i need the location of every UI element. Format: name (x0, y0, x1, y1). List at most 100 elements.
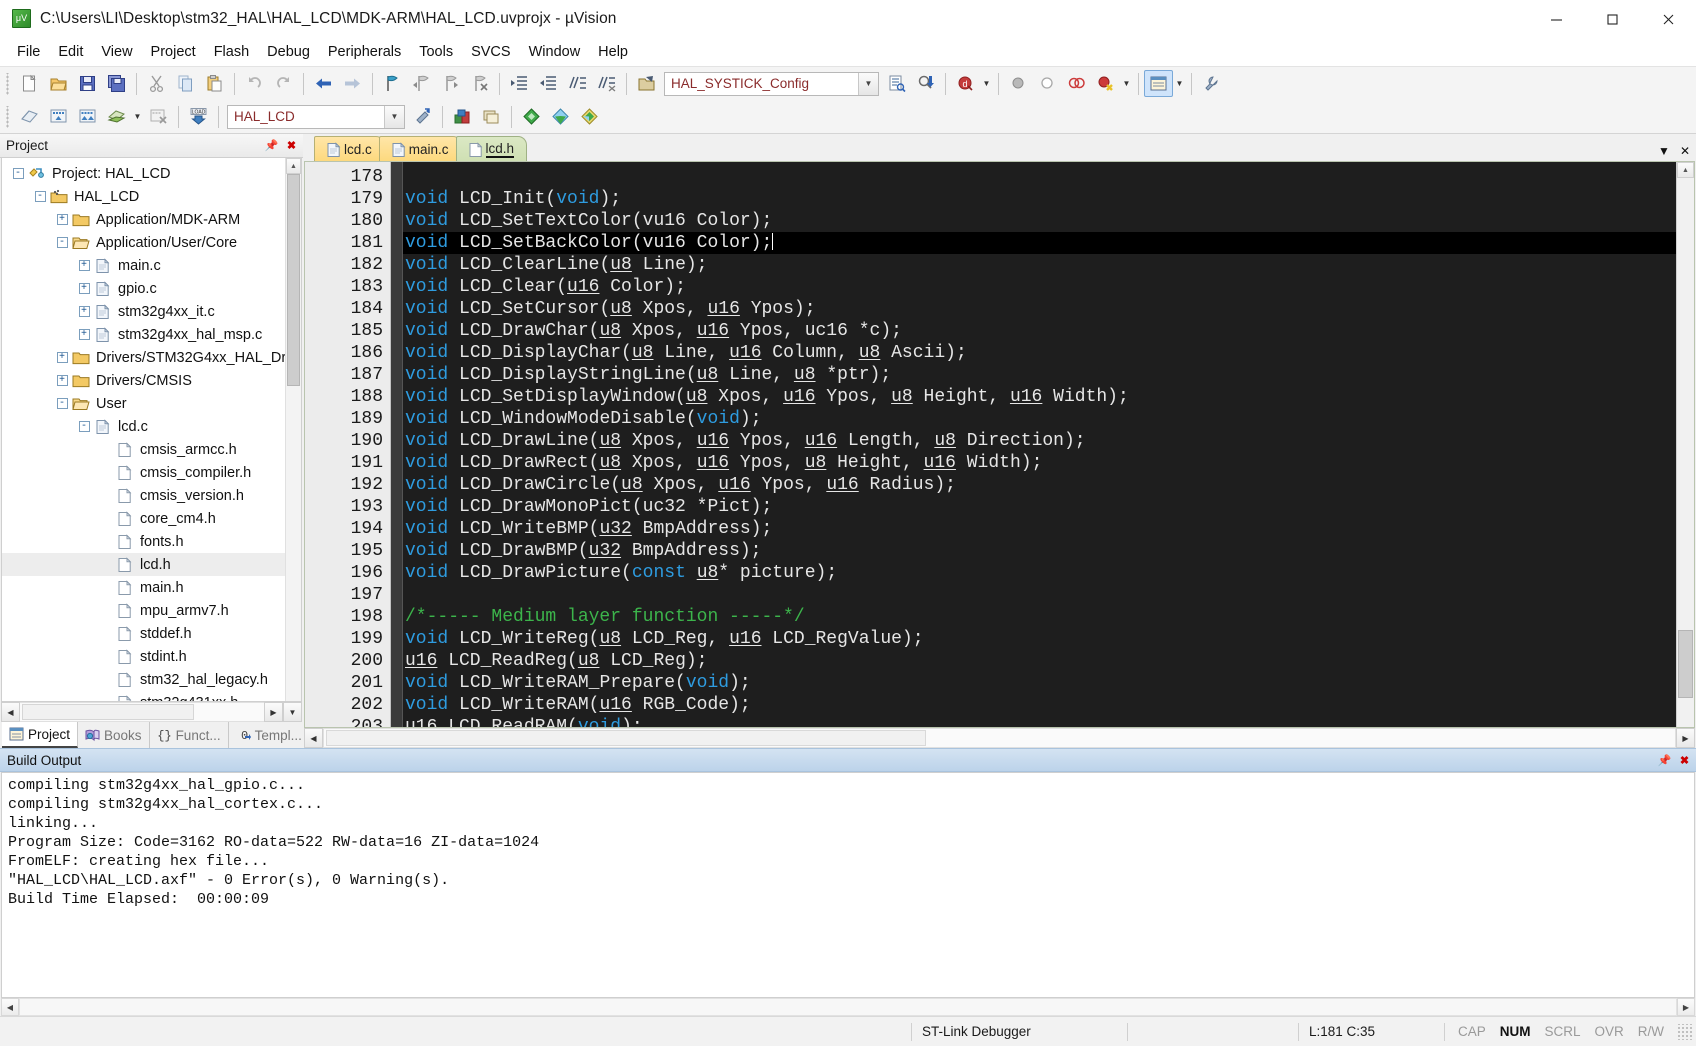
tree-node[interactable]: fonts.h (2, 530, 285, 553)
code-line[interactable]: void LCD_Init(void); (403, 188, 1676, 210)
code-line[interactable]: void LCD_DrawChar(u8 Xpos, u16 Ypos, uc1… (403, 320, 1676, 342)
build-output-hscrollbar[interactable]: ◀ ▶ (1, 998, 1695, 1016)
collapse-icon[interactable]: - (54, 235, 70, 251)
expand-icon[interactable]: + (54, 212, 70, 228)
navigate-forward-icon[interactable] (338, 70, 367, 97)
editor-tab-mainc[interactable]: main.c (378, 136, 462, 161)
redo-icon[interactable] (269, 70, 298, 97)
copy-icon[interactable] (171, 70, 200, 97)
open-file-icon[interactable] (44, 70, 73, 97)
bookmark-column[interactable] (391, 162, 403, 727)
pack-installer-icon[interactable] (477, 103, 506, 130)
maximize-button[interactable] (1584, 0, 1640, 38)
code-line[interactable]: void LCD_ClearLine(u8 Line); (403, 254, 1676, 276)
find-in-files-icon[interactable] (882, 70, 911, 97)
menu-edit[interactable]: Edit (49, 40, 92, 64)
scroll-track-horizontal[interactable] (20, 702, 264, 722)
scroll-up-icon[interactable]: ▲ (286, 158, 301, 174)
stop-build-icon[interactable] (144, 103, 173, 130)
menu-peripherals[interactable]: Peripherals (319, 40, 410, 64)
scroll-left-icon[interactable]: ◀ (1, 702, 20, 722)
panel-more-icon[interactable]: ▼ (283, 702, 302, 722)
project-tree-hscrollbar[interactable]: ◀ ▶ ▼ (1, 702, 302, 722)
breakpoint-dropdown-arrow[interactable]: ▼ (1120, 70, 1133, 97)
code-line[interactable]: u16 LCD_ReadRAM(void); (403, 716, 1676, 727)
undo-icon[interactable] (240, 70, 269, 97)
code-line[interactable]: void LCD_SetDisplayWindow(u8 Xpos, u16 Y… (403, 386, 1676, 408)
close-icon[interactable]: ✖ (283, 137, 300, 154)
expander-box[interactable]: + (56, 375, 68, 386)
expander-box[interactable]: + (78, 283, 90, 294)
target-select-combo[interactable]: HAL_LCD ▼ (227, 104, 405, 129)
menu-view[interactable]: View (92, 40, 141, 64)
project-tab-project[interactable]: Project (2, 722, 79, 748)
chevron-down-icon[interactable]: ▼ (858, 72, 878, 95)
project-window-toggle-icon[interactable] (1144, 70, 1173, 97)
tree-node[interactable]: + Drivers/CMSIS (2, 369, 285, 392)
scroll-track-horizontal[interactable] (19, 998, 1677, 1016)
code-line[interactable]: void LCD_DrawBMP(u32 BmpAddress); (403, 540, 1676, 562)
collapse-icon[interactable]: - (10, 166, 26, 182)
resize-grip-icon[interactable] (1677, 1023, 1693, 1040)
code-line[interactable]: u16 LCD_ReadReg(u8 LCD_Reg); (403, 650, 1676, 672)
close-document-button[interactable]: ✕ (1680, 145, 1690, 157)
toolbar-grip[interactable] (4, 72, 12, 95)
editor-vscrollbar[interactable]: ▲ (1676, 162, 1694, 727)
scroll-thumb[interactable] (287, 174, 300, 386)
menu-project[interactable]: Project (142, 40, 205, 64)
tree-node[interactable]: + Application/MDK-ARM (2, 208, 285, 231)
tab-list-dropdown[interactable]: ▼ (1658, 145, 1670, 157)
pin-icon[interactable]: 📌 (263, 137, 280, 154)
expander-box[interactable]: - (34, 191, 46, 202)
scroll-up-icon[interactable]: ▲ (1677, 162, 1694, 178)
tree-node[interactable]: main.h (2, 576, 285, 599)
comment-icon[interactable] (563, 70, 592, 97)
code-line[interactable] (403, 166, 1676, 188)
save-all-icon[interactable] (102, 70, 131, 97)
tree-node[interactable]: + stm32g4xx_hal_msp.c (2, 323, 285, 346)
code-line[interactable]: void LCD_WriteBMP(u32 BmpAddress); (403, 518, 1676, 540)
breakpoint-kill-all-icon[interactable] (1091, 70, 1120, 97)
collapse-icon[interactable]: - (54, 396, 70, 412)
code-line[interactable]: void LCD_DrawPicture(const u8* picture); (403, 562, 1676, 584)
bookmark-prev-icon[interactable] (407, 70, 436, 97)
build-output-text[interactable]: compiling stm32g4xx_hal_gpio.c... compili… (1, 772, 1695, 998)
tree-node[interactable]: - User (2, 392, 285, 415)
menu-debug[interactable]: Debug (258, 40, 319, 64)
menu-window[interactable]: Window (520, 40, 590, 64)
manage-rte-icon[interactable] (517, 103, 546, 130)
expand-icon[interactable]: + (76, 281, 92, 297)
expand-icon[interactable]: + (54, 350, 70, 366)
expander-box[interactable]: - (56, 398, 68, 409)
menu-flash[interactable]: Flash (205, 40, 258, 64)
tree-node[interactable]: + stm32g4xx_it.c (2, 300, 285, 323)
editor-tab-lcdh[interactable]: lcd.h (455, 136, 528, 161)
close-button[interactable] (1640, 0, 1696, 38)
expander-box[interactable]: - (56, 237, 68, 248)
scroll-track[interactable] (1677, 178, 1694, 727)
code-line[interactable]: void LCD_DrawCircle(u8 Xpos, u16 Ypos, u… (403, 474, 1676, 496)
expand-icon[interactable]: + (76, 304, 92, 320)
code-line[interactable] (403, 584, 1676, 606)
code-editor[interactable]: void LCD_Init(void); void LCD_SetTextColo… (403, 162, 1676, 727)
code-line[interactable]: /*----- Medium layer function -----*/ (403, 606, 1676, 628)
tree-node[interactable]: core_cm4.h (2, 507, 285, 530)
tree-node[interactable]: cmsis_armcc.h (2, 438, 285, 461)
expand-icon[interactable]: + (54, 373, 70, 389)
tree-node[interactable]: cmsis_compiler.h (2, 461, 285, 484)
scroll-right-icon[interactable]: ▶ (1676, 728, 1695, 748)
indent-left-icon[interactable] (534, 70, 563, 97)
scroll-thumb[interactable] (1678, 630, 1693, 698)
menu-file[interactable]: File (8, 40, 49, 64)
scroll-right-icon[interactable]: ▶ (1677, 998, 1695, 1016)
project-tree-vscrollbar[interactable]: ▲ (285, 158, 301, 701)
tree-node[interactable]: - Project: HAL_LCD (2, 162, 285, 185)
breakpoint-disable-icon[interactable] (1033, 70, 1062, 97)
tree-node[interactable]: - HAL_LCD (2, 185, 285, 208)
expand-icon[interactable]: + (76, 258, 92, 274)
translate-icon[interactable] (15, 103, 44, 130)
save-icon[interactable] (73, 70, 102, 97)
menu-svcs[interactable]: SVCS (462, 40, 520, 64)
code-line[interactable]: void LCD_WriteRAM(u16 RGB_Code); (403, 694, 1676, 716)
rebuild-icon[interactable] (73, 103, 102, 130)
